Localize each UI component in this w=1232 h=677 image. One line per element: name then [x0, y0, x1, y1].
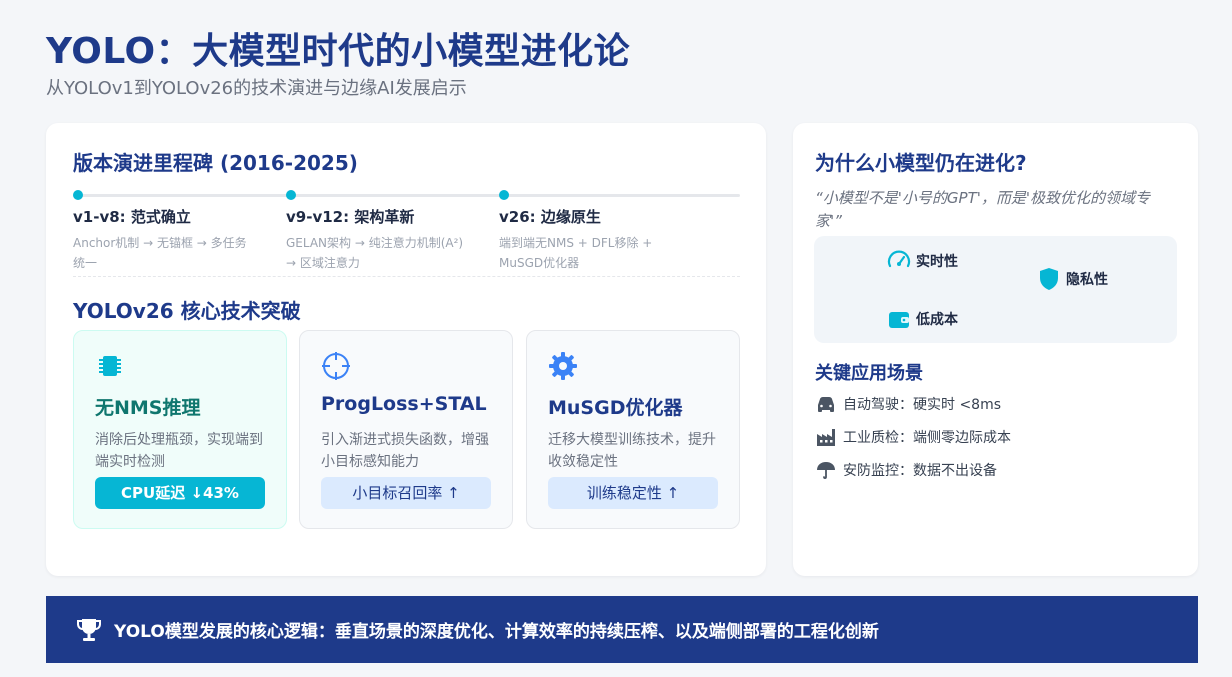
- page-title: YOLO：大模型时代的小模型进化论: [46, 31, 631, 72]
- section-divider: [73, 276, 740, 277]
- property-privacy: 隐私性: [1036, 266, 1108, 292]
- application-text: 自动驾驶：硬实时 <8ms: [843, 396, 1002, 413]
- milestone-dot: [73, 190, 83, 200]
- gear-icon: [549, 352, 577, 380]
- applications-list: 自动驾驶：硬实时 <8ms 工业质检：端侧零边际成本 安防监控：数据不出设备: [815, 387, 1011, 486]
- feature-desc: 引入渐进式损失函数，增强小目标感知能力: [321, 432, 489, 470]
- page: YOLO：大模型时代的小模型进化论 从YOLOv1到YOLOv26的技术演进与边…: [0, 0, 1232, 677]
- factory-icon: [817, 428, 835, 446]
- shield-icon: [1040, 268, 1058, 290]
- footer-banner: YOLO模型发展的核心逻辑：垂直场景的深度优化、计算效率的持续压榨、以及端侧部署…: [46, 596, 1198, 663]
- application-text: 安防监控：数据不出设备: [843, 462, 997, 479]
- footer-text: YOLO模型发展的核心逻辑：垂直场景的深度优化、计算效率的持续压榨、以及端侧部署…: [114, 622, 879, 642]
- breakthroughs-title: YOLOv26 核心技术突破: [73, 299, 301, 323]
- milestone-title: v9-v12: 架构革新: [286, 208, 415, 226]
- milestones-title: 版本演进里程碑 (2016-2025): [73, 151, 358, 175]
- feature-name: 无NMS推理: [95, 397, 201, 419]
- trophy-icon: [77, 618, 101, 641]
- property-label: 实时性: [916, 254, 958, 270]
- umbrella-icon: [817, 461, 835, 479]
- properties-panel: 实时性 隐私性 低成本: [814, 236, 1177, 343]
- milestone-desc: Anchor机制 → 无锚框 → 多任务统一: [73, 236, 247, 270]
- why-title: 为什么小模型仍在进化?: [815, 151, 1027, 175]
- milestone-v1-v8: v1-v8: 范式确立 Anchor机制 → 无锚框 → 多任务统一: [73, 190, 273, 273]
- feature-badge: CPU延迟 ↓43%: [95, 477, 265, 509]
- crosshair-icon: [322, 352, 350, 380]
- feature-desc: 消除后处理瓶颈，实现端到端实时检测: [95, 432, 263, 470]
- list-item: 自动驾驶：硬实时 <8ms: [815, 387, 1011, 420]
- milestone-desc: 端到端无NMS + DFL移除 + MuSGD优化器: [499, 236, 653, 270]
- feature-card-nms-free: 无NMS推理 消除后处理瓶颈，实现端到端实时检测 CPU延迟 ↓43%: [73, 330, 287, 529]
- application-text: 工业质检：端侧零边际成本: [843, 429, 1011, 446]
- list-item: 工业质检：端侧零边际成本: [815, 420, 1011, 453]
- milestone-v26: v26: 边缘原生 端到端无NMS + DFL移除 + MuSGD优化器: [499, 190, 699, 273]
- page-subtitle: 从YOLOv1到YOLOv26的技术演进与边缘AI发展启示: [46, 78, 467, 99]
- feature-badge: 小目标召回率 ↑: [321, 477, 491, 509]
- applications-title: 关键应用场景: [815, 363, 923, 384]
- evolution-card: 版本演进里程碑 (2016-2025) v1-v8: 范式确立 Anchor机制…: [46, 123, 766, 576]
- property-label: 低成本: [916, 312, 958, 328]
- speedometer-icon: [887, 250, 911, 268]
- list-item: 安防监控：数据不出设备: [815, 453, 1011, 486]
- feature-badge: 训练稳定性 ↑: [548, 477, 718, 509]
- milestone-v9-v12: v9-v12: 架构革新 GELAN架构 → 纯注意力机制(A²) → 区域注意…: [286, 190, 486, 273]
- milestone-dot: [499, 190, 509, 200]
- wallet-icon: [889, 312, 909, 328]
- property-realtime: 实时性: [886, 248, 958, 274]
- milestone-dot: [286, 190, 296, 200]
- car-icon: [818, 396, 834, 412]
- property-low-cost: 低成本: [886, 306, 958, 332]
- feature-name: MuSGD优化器: [548, 397, 683, 419]
- feature-card-progloss: ProgLoss+STAL 引入渐进式损失函数，增强小目标感知能力 小目标召回率…: [299, 330, 513, 529]
- milestone-title: v1-v8: 范式确立: [73, 208, 191, 226]
- quote: “小模型不是'小号的GPT'，而是'极致优化的领域专家'”: [815, 189, 1150, 230]
- feature-card-musgd: MuSGD优化器 迁移大模型训练技术，提升收敛稳定性 训练稳定性 ↑: [526, 330, 740, 529]
- chip-icon: [99, 356, 121, 376]
- why-card: 为什么小模型仍在进化? “小模型不是'小号的GPT'，而是'极致优化的领域专家'…: [793, 123, 1198, 576]
- milestone-title: v26: 边缘原生: [499, 208, 601, 226]
- property-label: 隐私性: [1066, 272, 1108, 288]
- milestone-desc: GELAN架构 → 纯注意力机制(A²) → 区域注意力: [286, 236, 464, 270]
- feature-name: ProgLoss+STAL: [321, 393, 487, 415]
- feature-desc: 迁移大模型训练技术，提升收敛稳定性: [548, 432, 716, 470]
